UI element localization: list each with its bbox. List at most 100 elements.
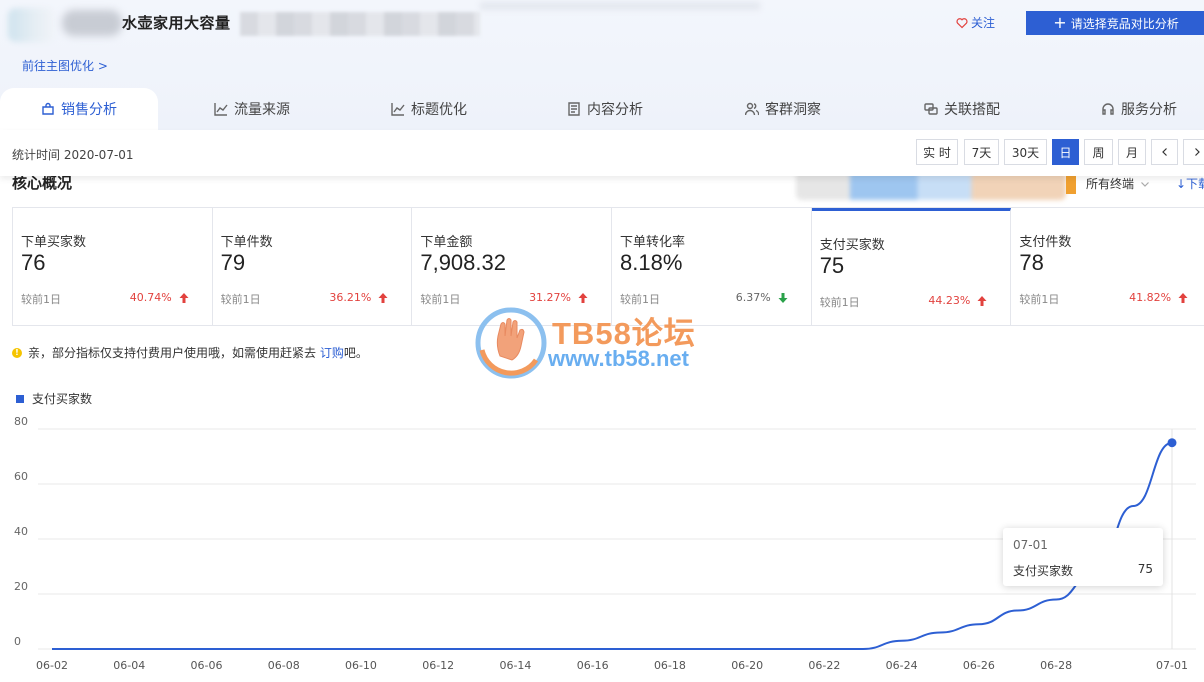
tab-label: 销售分析	[61, 102, 117, 118]
period-week-button[interactable]: 周	[1084, 139, 1113, 165]
period-day-button[interactable]: 日	[1052, 139, 1079, 165]
metric-compare-label: 较前1日	[420, 293, 461, 306]
period-7days-button[interactable]: 7天	[964, 139, 999, 165]
next-date-button[interactable]	[1183, 139, 1204, 165]
y-tick-label: 40	[14, 525, 28, 538]
users-icon	[745, 102, 759, 116]
arrow-up-icon	[578, 293, 588, 303]
trend-icon	[391, 103, 405, 116]
x-tick-label: 06-04	[113, 659, 145, 672]
document-icon	[568, 102, 580, 116]
y-tick-label: 60	[14, 470, 28, 483]
period-realtime-button[interactable]: 实 时	[916, 139, 958, 165]
metric-card-pay-buyers[interactable]: 支付买家数 75 较前1日 44.23%	[811, 208, 1012, 325]
link-icon	[924, 103, 938, 115]
x-tick-label: 06-14	[499, 659, 531, 672]
tab-content-analysis[interactable]: 内容分析	[567, 88, 643, 130]
metric-card-order-buyers[interactable]: 下单买家数 76 较前1日 40.74%	[13, 208, 213, 325]
date-toolbar: 统计时间 2020-07-01 实 时 7天 30天 日 周 月	[0, 130, 1204, 176]
metric-compare-label: 较前1日	[220, 293, 261, 306]
stat-time: 统计时间 2020-07-01	[12, 148, 134, 162]
follow-button[interactable]: 关注	[956, 14, 995, 31]
x-tick-label: 06-06	[190, 659, 222, 672]
metric-change: 31.27%	[529, 291, 572, 304]
tab-label: 流量来源	[234, 102, 290, 118]
metric-value: 7,908.32	[420, 250, 506, 275]
tab-service-analysis[interactable]: 服务分析	[1101, 88, 1177, 130]
chevron-right-icon	[1194, 148, 1200, 156]
metric-value: 76	[21, 250, 46, 275]
bag-icon	[42, 102, 54, 115]
x-tick-label: 06-12	[422, 659, 454, 672]
x-tick-label: 06-16	[577, 659, 609, 672]
metric-label: 下单买家数	[21, 235, 87, 250]
tooltip-series-name: 支付买家数	[1013, 564, 1074, 578]
notice-text-end: 吧。	[343, 346, 368, 360]
period-month-button[interactable]: 月	[1118, 139, 1146, 165]
x-tick-label: 06-20	[731, 659, 763, 672]
metric-change: 44.23%	[928, 294, 971, 307]
subscribe-link[interactable]: 订购	[320, 346, 344, 360]
compare-competitor-button[interactable]: + 请选择竞品对比分析	[1026, 11, 1204, 35]
heart-icon	[956, 17, 968, 28]
legend-label: 支付买家数	[32, 392, 93, 406]
metric-label: 支付件数	[1019, 235, 1072, 250]
blurred-area	[240, 12, 480, 36]
tab-label: 内容分析	[587, 102, 643, 118]
notice-text: 亲，部分指标仅支持付费用户使用哦，如需使用赶紧去	[28, 346, 320, 360]
metric-change: 40.74%	[129, 291, 172, 304]
chart-tooltip: 07-01 支付买家数 75	[1003, 528, 1163, 586]
y-tick-label: 0	[14, 635, 21, 648]
compare-button-label: 请选择竞品对比分析	[1070, 16, 1179, 31]
chevron-down-icon	[1141, 181, 1149, 187]
tab-label: 标题优化	[411, 102, 467, 118]
tab-audience-insight[interactable]: 客群洞察	[745, 88, 821, 130]
download-link[interactable]: ↓下载	[1176, 175, 1204, 192]
terminal-select-value: 所有终端	[1086, 177, 1135, 191]
metric-compare-label: 较前1日	[620, 293, 661, 306]
main-image-optimize-link[interactable]: 前往主图优化 >	[22, 57, 108, 74]
metric-value: 8.18%	[620, 250, 683, 275]
x-tick-label: 06-22	[808, 659, 840, 672]
blurred-area	[1066, 176, 1076, 194]
watermark-logo	[475, 307, 547, 379]
metric-label: 下单转化率	[620, 235, 686, 250]
highlighted-point	[1167, 438, 1177, 448]
metric-compare-label: 较前1日	[21, 293, 61, 306]
product-title: 水壶家用大容量	[122, 14, 231, 32]
metric-card-pay-items[interactable]: 支付件数 78 较前1日 41.82%	[1011, 208, 1204, 325]
x-tick-label: 06-08	[268, 659, 300, 672]
terminal-select[interactable]: 所有终端	[1086, 175, 1150, 192]
tab-title-optimize[interactable]: 标题优化	[391, 88, 467, 130]
metric-card-order-items[interactable]: 下单件数 79 较前1日 36.21%	[213, 208, 413, 325]
metric-value: 75	[819, 253, 845, 278]
tab-label: 关联搭配	[944, 102, 1000, 118]
x-tick-label: 06-28	[1040, 659, 1072, 672]
period-30days-button[interactable]: 30天	[1004, 139, 1047, 165]
tab-sales-analysis[interactable]: 销售分析	[0, 88, 158, 130]
arrow-up-icon	[1178, 293, 1188, 303]
warning-icon: !	[12, 347, 22, 358]
x-tick-label: 07-01	[1156, 659, 1188, 672]
headset-icon	[1102, 103, 1114, 115]
metric-change: 36.21%	[329, 291, 372, 304]
blurred-product-thumbnail	[8, 8, 54, 42]
x-tick-label: 06-18	[654, 659, 686, 672]
arrow-up-icon	[179, 293, 189, 303]
metric-compare-label: 较前1日	[819, 296, 860, 309]
metric-label: 下单件数	[220, 235, 273, 250]
legend-swatch	[16, 394, 24, 403]
metric-label: 下单金额	[420, 235, 473, 250]
chart-legend[interactable]: 支付买家数	[16, 390, 92, 407]
follow-label: 关注	[971, 16, 996, 30]
tab-traffic-source[interactable]: 流量来源	[214, 88, 290, 130]
arrow-up-icon	[378, 293, 388, 303]
x-tick-label: 06-24	[886, 659, 918, 672]
prev-date-button[interactable]	[1151, 139, 1178, 165]
plus-icon: +	[1053, 13, 1067, 32]
paid-feature-notice: ! 亲，部分指标仅支持付费用户使用哦，如需使用赶紧去 订购吧。	[12, 344, 368, 361]
tooltip-value: 75	[1137, 562, 1153, 576]
blurred-area	[480, 2, 760, 10]
tab-related-match[interactable]: 关联搭配	[924, 88, 1000, 130]
x-tick-label: 06-26	[963, 659, 995, 672]
